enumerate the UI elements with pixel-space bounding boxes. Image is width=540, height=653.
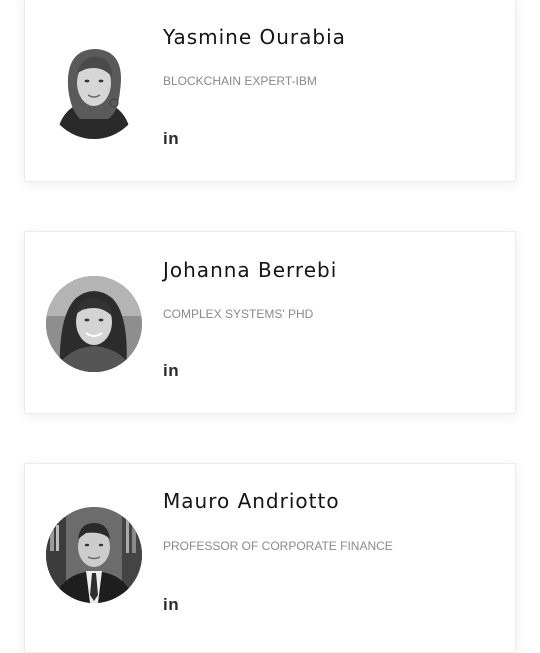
- team-member-card: Mauro Andriotto PROFESSOR OF CORPORATE F…: [24, 463, 516, 653]
- member-role: BLOCKCHAIN EXPERT-IBM: [163, 74, 317, 88]
- linkedin-icon[interactable]: in: [163, 130, 179, 147]
- member-role: COMPLEX SYSTEMS' PHD: [163, 307, 314, 321]
- member-photo: [46, 276, 142, 372]
- member-photo: [46, 43, 142, 139]
- member-role: PROFESSOR OF CORPORATE FINANCE: [163, 539, 393, 553]
- team-member-list: Yasmine Ourabia BLOCKCHAIN EXPERT-IBM in…: [0, 0, 540, 653]
- member-name: Johanna Berrebi: [163, 258, 338, 282]
- linkedin-icon[interactable]: in: [163, 362, 179, 379]
- member-name: Mauro Andriotto: [163, 489, 340, 513]
- team-member-card: Yasmine Ourabia BLOCKCHAIN EXPERT-IBM in: [24, 0, 516, 182]
- linkedin-icon[interactable]: in: [163, 596, 179, 613]
- member-avatar: [46, 43, 142, 139]
- member-photo: [46, 507, 142, 603]
- team-member-card: Johanna Berrebi COMPLEX SYSTEMS' PHD in: [24, 231, 516, 414]
- member-name: Yasmine Ourabia: [163, 25, 346, 49]
- member-avatar: [46, 507, 142, 603]
- member-avatar: [46, 276, 142, 372]
